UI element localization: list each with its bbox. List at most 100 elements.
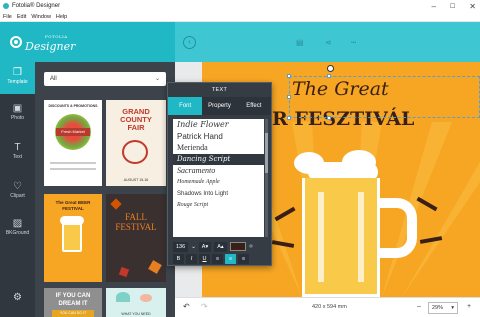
- menu-file[interactable]: File: [3, 14, 12, 20]
- more-icon[interactable]: •••: [351, 40, 356, 46]
- zoom-value: 29%: [432, 305, 444, 311]
- menu-help[interactable]: Help: [56, 14, 67, 20]
- font-item-merienda[interactable]: Merienda: [173, 142, 264, 154]
- tab-font[interactable]: Font: [168, 97, 203, 115]
- template-card-subtitle: Fresh Market: [56, 128, 90, 136]
- chevron-down-icon[interactable]: ⌄: [191, 244, 196, 250]
- panel-tabs: Font Property Effect: [168, 97, 271, 115]
- logo-name: Designer: [25, 40, 76, 53]
- template-panel: All ⌄ DISCOUNTS & PROMOTIONS Fresh Marke…: [35, 62, 175, 317]
- font-item-shadows-into-light[interactable]: Shadows Into Light: [173, 189, 264, 201]
- font-item-patrick-hand[interactable]: Patrick Hand: [173, 131, 264, 143]
- resize-handle[interactable]: [287, 116, 291, 120]
- resize-handle[interactable]: [287, 74, 291, 78]
- font-size-row: 136 ⌄ A▾ A▴ ✲: [173, 241, 253, 252]
- maximize-button[interactable]: ☐: [450, 3, 455, 10]
- font-item-indie-flower[interactable]: Indie Flower: [173, 119, 264, 131]
- logo-area: FOTOLIA Designer: [0, 22, 175, 62]
- template-icon: ❒: [13, 67, 22, 78]
- rail-label: Template: [7, 79, 28, 85]
- rail-label: BKGround: [5, 230, 30, 236]
- rotate-handle[interactable]: [327, 65, 334, 72]
- menu-bar: File Edit Window Help: [0, 12, 480, 22]
- template-card-title: FALL FESTIVAL: [115, 212, 157, 232]
- rail-item-background[interactable]: ▨ BKGround: [0, 213, 35, 245]
- align-left-button[interactable]: ≡: [212, 254, 223, 264]
- logo: FOTOLIA Designer: [25, 32, 75, 52]
- align-center-button[interactable]: ≡: [225, 254, 236, 264]
- template-card-subtitle: WHAT YOU NEED: [121, 312, 151, 316]
- logo-icon: [10, 36, 22, 48]
- underline-button[interactable]: U: [199, 254, 210, 264]
- minimize-button[interactable]: –: [431, 2, 435, 11]
- undo-icon[interactable]: ↶: [183, 302, 190, 311]
- template-card-teal[interactable]: WHAT YOU NEED: [106, 288, 166, 317]
- rail-item-text[interactable]: T Text: [0, 137, 35, 169]
- beer-mug-illustration: [62, 222, 82, 252]
- zoom-in-button[interactable]: +: [467, 303, 471, 310]
- template-card-dream-it[interactable]: IF YOU CAN DREAM IT YOU CAN DO IT: [44, 288, 102, 317]
- template-card-beer-festival[interactable]: The Great BEER FESTIVAL: [44, 194, 102, 282]
- resize-handle[interactable]: [327, 74, 331, 78]
- color-picker-icon[interactable]: ✲: [249, 244, 254, 250]
- template-card-title: The Great BEER FESTIVAL: [55, 200, 91, 211]
- text-selection-box[interactable]: [289, 76, 480, 118]
- zoom-out-button[interactable]: –: [417, 303, 421, 310]
- rail-item-settings[interactable]: ⚙: [0, 287, 35, 317]
- decrease-size-button[interactable]: A▾: [198, 241, 212, 252]
- filter-value: All: [50, 76, 57, 82]
- chevron-down-icon: ⌄: [154, 76, 160, 82]
- rail-label: Clipart: [10, 193, 25, 199]
- bold-button[interactable]: B: [173, 254, 184, 264]
- redo-icon[interactable]: ↷: [201, 302, 208, 311]
- template-filter-select[interactable]: All ⌄: [44, 72, 166, 86]
- font-item-homemade-apple[interactable]: Homemade Apple: [173, 177, 264, 189]
- arrow-left-icon[interactable]: ‹: [183, 36, 196, 49]
- background-icon: ▨: [12, 218, 23, 229]
- resize-handle[interactable]: [327, 116, 331, 120]
- text-color-swatch[interactable]: [229, 242, 246, 251]
- chevron-down-icon: ▾: [451, 305, 454, 311]
- template-card-subtitle: AUGUST 15-16: [123, 178, 149, 182]
- panel-title: TEXT: [211, 87, 228, 93]
- share-icon[interactable]: ⋖: [325, 38, 332, 47]
- rail-label: Text: [12, 154, 23, 160]
- template-card-county-fair[interactable]: GRAND COUNTY FAIR AUGUST 15-16: [106, 100, 166, 186]
- rail-item-template[interactable]: ❒ Template: [0, 62, 35, 94]
- header-toolbar: ‹ ▤ ⋖ •••: [175, 22, 480, 62]
- tab-effect[interactable]: Effect: [237, 97, 271, 115]
- font-list: Indie Flower Patrick Hand Merienda Danci…: [173, 119, 264, 237]
- status-bar: ↶ ↷ 420 x 594 mm – 29% ▾ +: [175, 297, 480, 317]
- resize-handle[interactable]: [287, 95, 291, 99]
- close-button[interactable]: ✕: [469, 2, 476, 11]
- template-card-fresh-market[interactable]: DISCOUNTS & PROMOTIONS Fresh Market: [44, 100, 102, 186]
- template-card-title: DISCOUNTS & PROMOTIONS: [48, 104, 98, 108]
- align-right-button[interactable]: ≡: [238, 254, 249, 264]
- menu-edit[interactable]: Edit: [17, 14, 26, 20]
- ferris-wheel-illustration: [122, 140, 148, 164]
- text-properties-panel: TEXT Font Property Effect Indie Flower P…: [167, 82, 272, 266]
- rail-item-photo[interactable]: ▣ Photo: [0, 98, 35, 130]
- template-card-title: IF YOU CAN DREAM IT: [55, 293, 91, 307]
- document-dimensions: 420 x 594 mm: [312, 304, 347, 310]
- menu-window[interactable]: Window: [31, 14, 51, 20]
- italic-button[interactable]: I: [186, 254, 197, 264]
- font-list-scrollbar[interactable]: [265, 119, 268, 237]
- heart-icon: ♡: [13, 181, 22, 192]
- text-icon: T: [14, 142, 21, 153]
- tab-property[interactable]: Property: [202, 97, 236, 115]
- zoom-select[interactable]: 29% ▾: [428, 302, 458, 314]
- left-rail: ❒ Template ▣ Photo T Text ♡ Clipart ▨ BK…: [0, 62, 35, 317]
- template-card-fall-festival[interactable]: FALL FESTIVAL: [106, 194, 166, 282]
- window-title: Fotolia® Designer: [12, 3, 61, 9]
- font-item-sacramento[interactable]: Sacramento: [173, 165, 264, 177]
- text-style-row: B I U ≡ ≡ ≡: [173, 254, 249, 264]
- font-item-dancing-script[interactable]: Dancing Script: [173, 153, 264, 166]
- font-item-rouge-script[interactable]: Rouge Script: [173, 200, 264, 212]
- increase-size-button[interactable]: A▴: [214, 241, 227, 252]
- rail-label: Photo: [10, 115, 25, 121]
- rail-item-clipart[interactable]: ♡ Clipart: [0, 176, 35, 208]
- save-icon[interactable]: ▤: [296, 38, 304, 47]
- font-size-select[interactable]: 136: [173, 241, 189, 252]
- settings-icon: ⚙: [13, 292, 22, 303]
